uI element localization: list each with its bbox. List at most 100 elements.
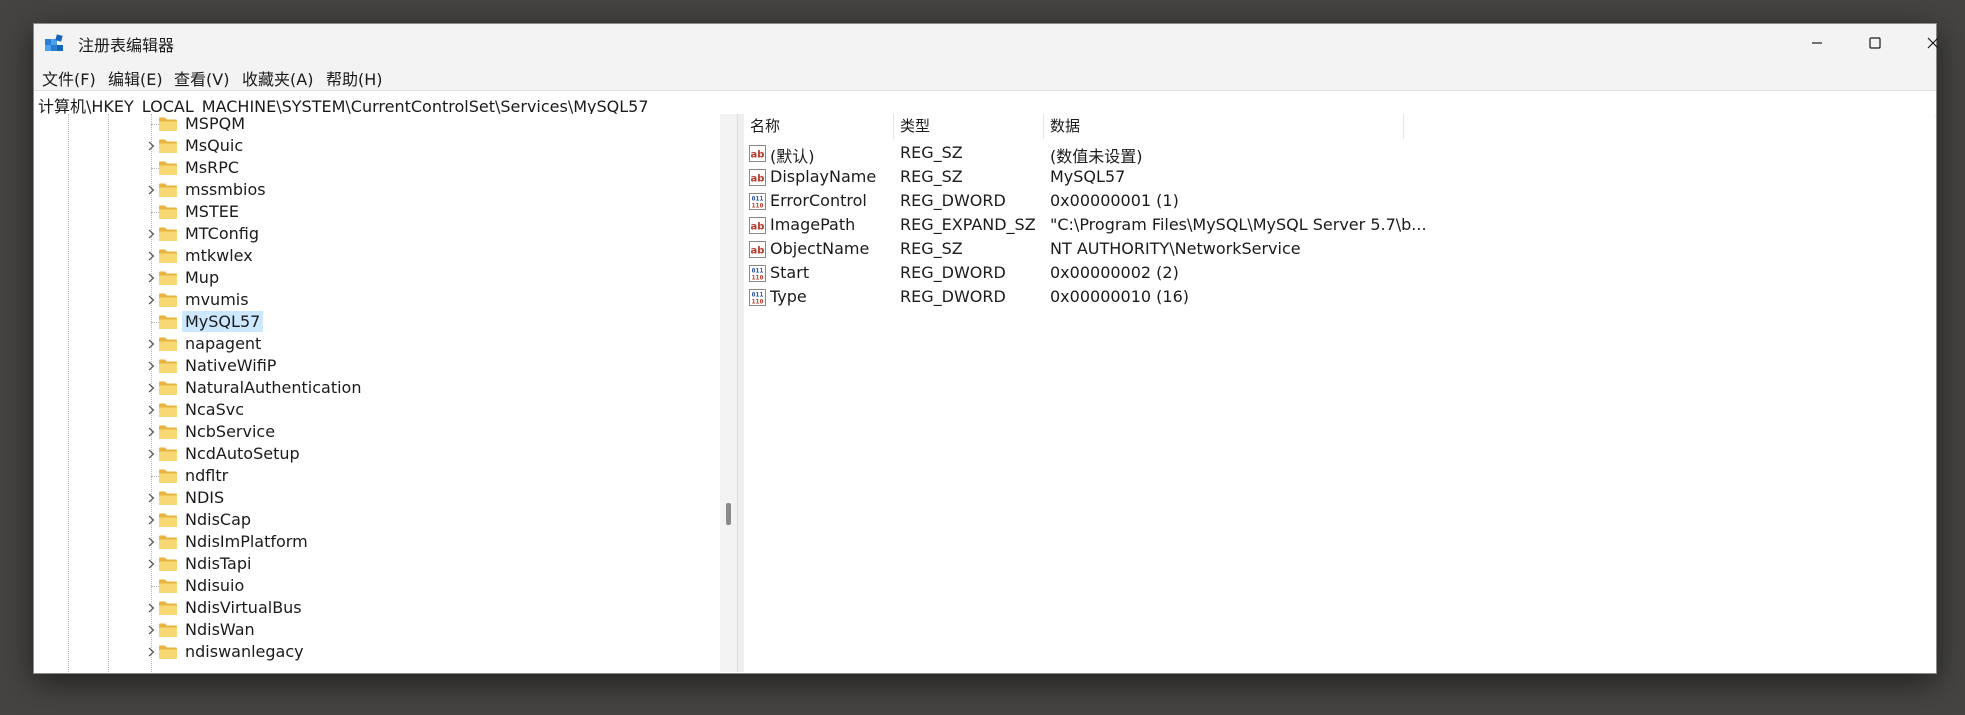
minimize-button[interactable]: [1788, 24, 1846, 62]
tree-item-label[interactable]: NcbService: [182, 421, 278, 442]
chevron-right-icon[interactable]: [144, 357, 158, 375]
tree-item[interactable]: NcaSvc: [34, 399, 724, 421]
tree-item-label[interactable]: MySQL57: [182, 311, 264, 332]
value-name: ObjectName: [770, 239, 870, 258]
folder-icon: [158, 138, 178, 154]
value-list[interactable]: 名称 类型 数据 ab (默认) REG_SZ (数值未设置) ab DisplayNam…: [744, 114, 1935, 672]
tree-item[interactable]: napagent: [34, 333, 724, 355]
tree-item-label[interactable]: MTConfig: [182, 223, 262, 244]
value-row[interactable]: 011 110 Type REG_DWORD 0x00000010 (16): [744, 286, 1935, 309]
menu-view[interactable]: 查看(V): [174, 66, 229, 90]
chevron-right-icon[interactable]: [144, 511, 158, 529]
value-row[interactable]: ab ImagePath REG_EXPAND_SZ "C:\Program File…: [744, 214, 1935, 237]
tree-item-label[interactable]: napagent: [182, 333, 264, 354]
chevron-right-icon[interactable]: [144, 423, 158, 441]
chevron-right-icon[interactable]: [144, 335, 158, 353]
tree-item-label[interactable]: NdisCap: [182, 509, 254, 530]
column-header-type[interactable]: 类型: [894, 114, 1044, 139]
tree-item[interactable]: NaturalAuthentication: [34, 377, 724, 399]
chevron-right-icon[interactable]: [144, 555, 158, 573]
column-header-name[interactable]: 名称: [744, 114, 894, 139]
tree-item[interactable]: MySQL57: [34, 311, 724, 333]
tree-item-label[interactable]: MsRPC: [182, 157, 242, 178]
tree-item-label[interactable]: mtkwlex: [182, 245, 256, 266]
chevron-right-icon[interactable]: [144, 621, 158, 639]
tree-item-label[interactable]: NdisImPlatform: [182, 531, 311, 552]
chevron-right-icon[interactable]: [144, 489, 158, 507]
tree-scroll-thumb[interactable]: [726, 503, 731, 525]
tree-item[interactable]: ndiswanlegacy: [34, 641, 724, 663]
tree-item-label[interactable]: ndiswanlegacy: [182, 641, 307, 662]
tree-item-label[interactable]: MSTEE: [182, 201, 242, 222]
tree-item[interactable]: MSTEE: [34, 201, 724, 223]
tree-item-label[interactable]: ndfltr: [182, 465, 231, 486]
chevron-right-icon[interactable]: [144, 181, 158, 199]
column-header-data[interactable]: 数据: [1044, 114, 1404, 139]
tree-item-label[interactable]: NdisWan: [182, 619, 258, 640]
tree-item-label[interactable]: NdisVirtualBus: [182, 597, 305, 618]
tree-item[interactable]: NcbService: [34, 421, 724, 443]
tree-item[interactable]: MsRPC: [34, 157, 724, 179]
tree-item[interactable]: NdisCap: [34, 509, 724, 531]
tree-item-label[interactable]: NcaSvc: [182, 399, 247, 420]
tree-item-label[interactable]: MsQuic: [182, 135, 246, 156]
chevron-right-icon[interactable]: [144, 533, 158, 551]
menu-edit[interactable]: 编辑(E): [108, 66, 163, 90]
binary-value-icon: 011 110: [749, 289, 766, 306]
chevron-right-icon[interactable]: [144, 269, 158, 287]
tree-item[interactable]: NcdAutoSetup: [34, 443, 724, 465]
value-row[interactable]: ab DisplayName REG_SZ MySQL57: [744, 166, 1935, 189]
tree-item-label[interactable]: mvumis: [182, 289, 252, 310]
tree-item[interactable]: mvumis: [34, 289, 724, 311]
tree-item[interactable]: mssmbios: [34, 179, 724, 201]
tree-item-label[interactable]: NaturalAuthentication: [182, 377, 364, 398]
tree-item-label[interactable]: MSPQM: [182, 114, 248, 134]
menu-file[interactable]: 文件(F): [42, 66, 96, 90]
tree-item[interactable]: NdisTapi: [34, 553, 724, 575]
tree-item[interactable]: NDIS: [34, 487, 724, 509]
tree-item-label[interactable]: mssmbios: [182, 179, 269, 200]
menu-help[interactable]: 帮助(H): [326, 66, 383, 90]
chevron-right-icon[interactable]: [144, 379, 158, 397]
address-bar[interactable]: 计算机\HKEY_LOCAL_MACHINE\SYSTEM\CurrentCon…: [34, 90, 1936, 116]
menu-favorites[interactable]: 收藏夹(A): [242, 66, 313, 90]
chevron-right-icon[interactable]: [144, 599, 158, 617]
tree-item[interactable]: MSPQM: [34, 114, 724, 135]
tree-item[interactable]: NdisWan: [34, 619, 724, 641]
tree-item[interactable]: mtkwlex: [34, 245, 724, 267]
tree-item-label[interactable]: NcdAutoSetup: [182, 443, 303, 464]
tree-item[interactable]: NdisVirtualBus: [34, 597, 724, 619]
tree-item-label[interactable]: NdisTapi: [182, 553, 254, 574]
tree-item[interactable]: MsQuic: [34, 135, 724, 157]
chevron-right-icon[interactable]: [144, 137, 158, 155]
value-name: Start: [770, 263, 810, 282]
tree-item-label[interactable]: Ndisuio: [182, 575, 247, 596]
folder-icon: [158, 204, 178, 220]
title-bar[interactable]: 注册表编辑器: [34, 24, 1939, 62]
maximize-button[interactable]: [1846, 24, 1904, 62]
tree-scrollbar[interactable]: [720, 114, 737, 672]
close-button[interactable]: [1904, 24, 1962, 62]
folder-icon: [158, 182, 178, 198]
value-row[interactable]: 011 110 Start REG_DWORD 0x00000002 (2): [744, 262, 1935, 285]
chevron-right-icon[interactable]: [144, 225, 158, 243]
chevron-right-icon[interactable]: [144, 401, 158, 419]
folder-icon: [158, 292, 178, 308]
tree-item-label[interactable]: NativeWifiP: [182, 355, 279, 376]
tree-item[interactable]: NativeWifiP: [34, 355, 724, 377]
chevron-right-icon[interactable]: [144, 643, 158, 661]
tree-item[interactable]: Ndisuio: [34, 575, 724, 597]
tree-item[interactable]: Mup: [34, 267, 724, 289]
chevron-right-icon[interactable]: [144, 247, 158, 265]
tree-item[interactable]: NdisImPlatform: [34, 531, 724, 553]
value-row[interactable]: ab (默认) REG_SZ (数值未设置): [744, 142, 1935, 166]
tree-item[interactable]: ndfltr: [34, 465, 724, 487]
key-tree[interactable]: MSPQM MsQuic MsRPC mssmbios MSTEE MTConfig mtk…: [34, 114, 734, 672]
value-row[interactable]: ab ObjectName REG_SZ NT AUTHORITY\NetworkSe…: [744, 238, 1935, 261]
value-row[interactable]: 011 110 ErrorControl REG_DWORD 0x00000001 (1…: [744, 190, 1935, 213]
chevron-right-icon[interactable]: [144, 445, 158, 463]
tree-item[interactable]: MTConfig: [34, 223, 724, 245]
tree-item-label[interactable]: NDIS: [182, 487, 227, 508]
tree-item-label[interactable]: Mup: [182, 267, 222, 288]
chevron-right-icon[interactable]: [144, 291, 158, 309]
